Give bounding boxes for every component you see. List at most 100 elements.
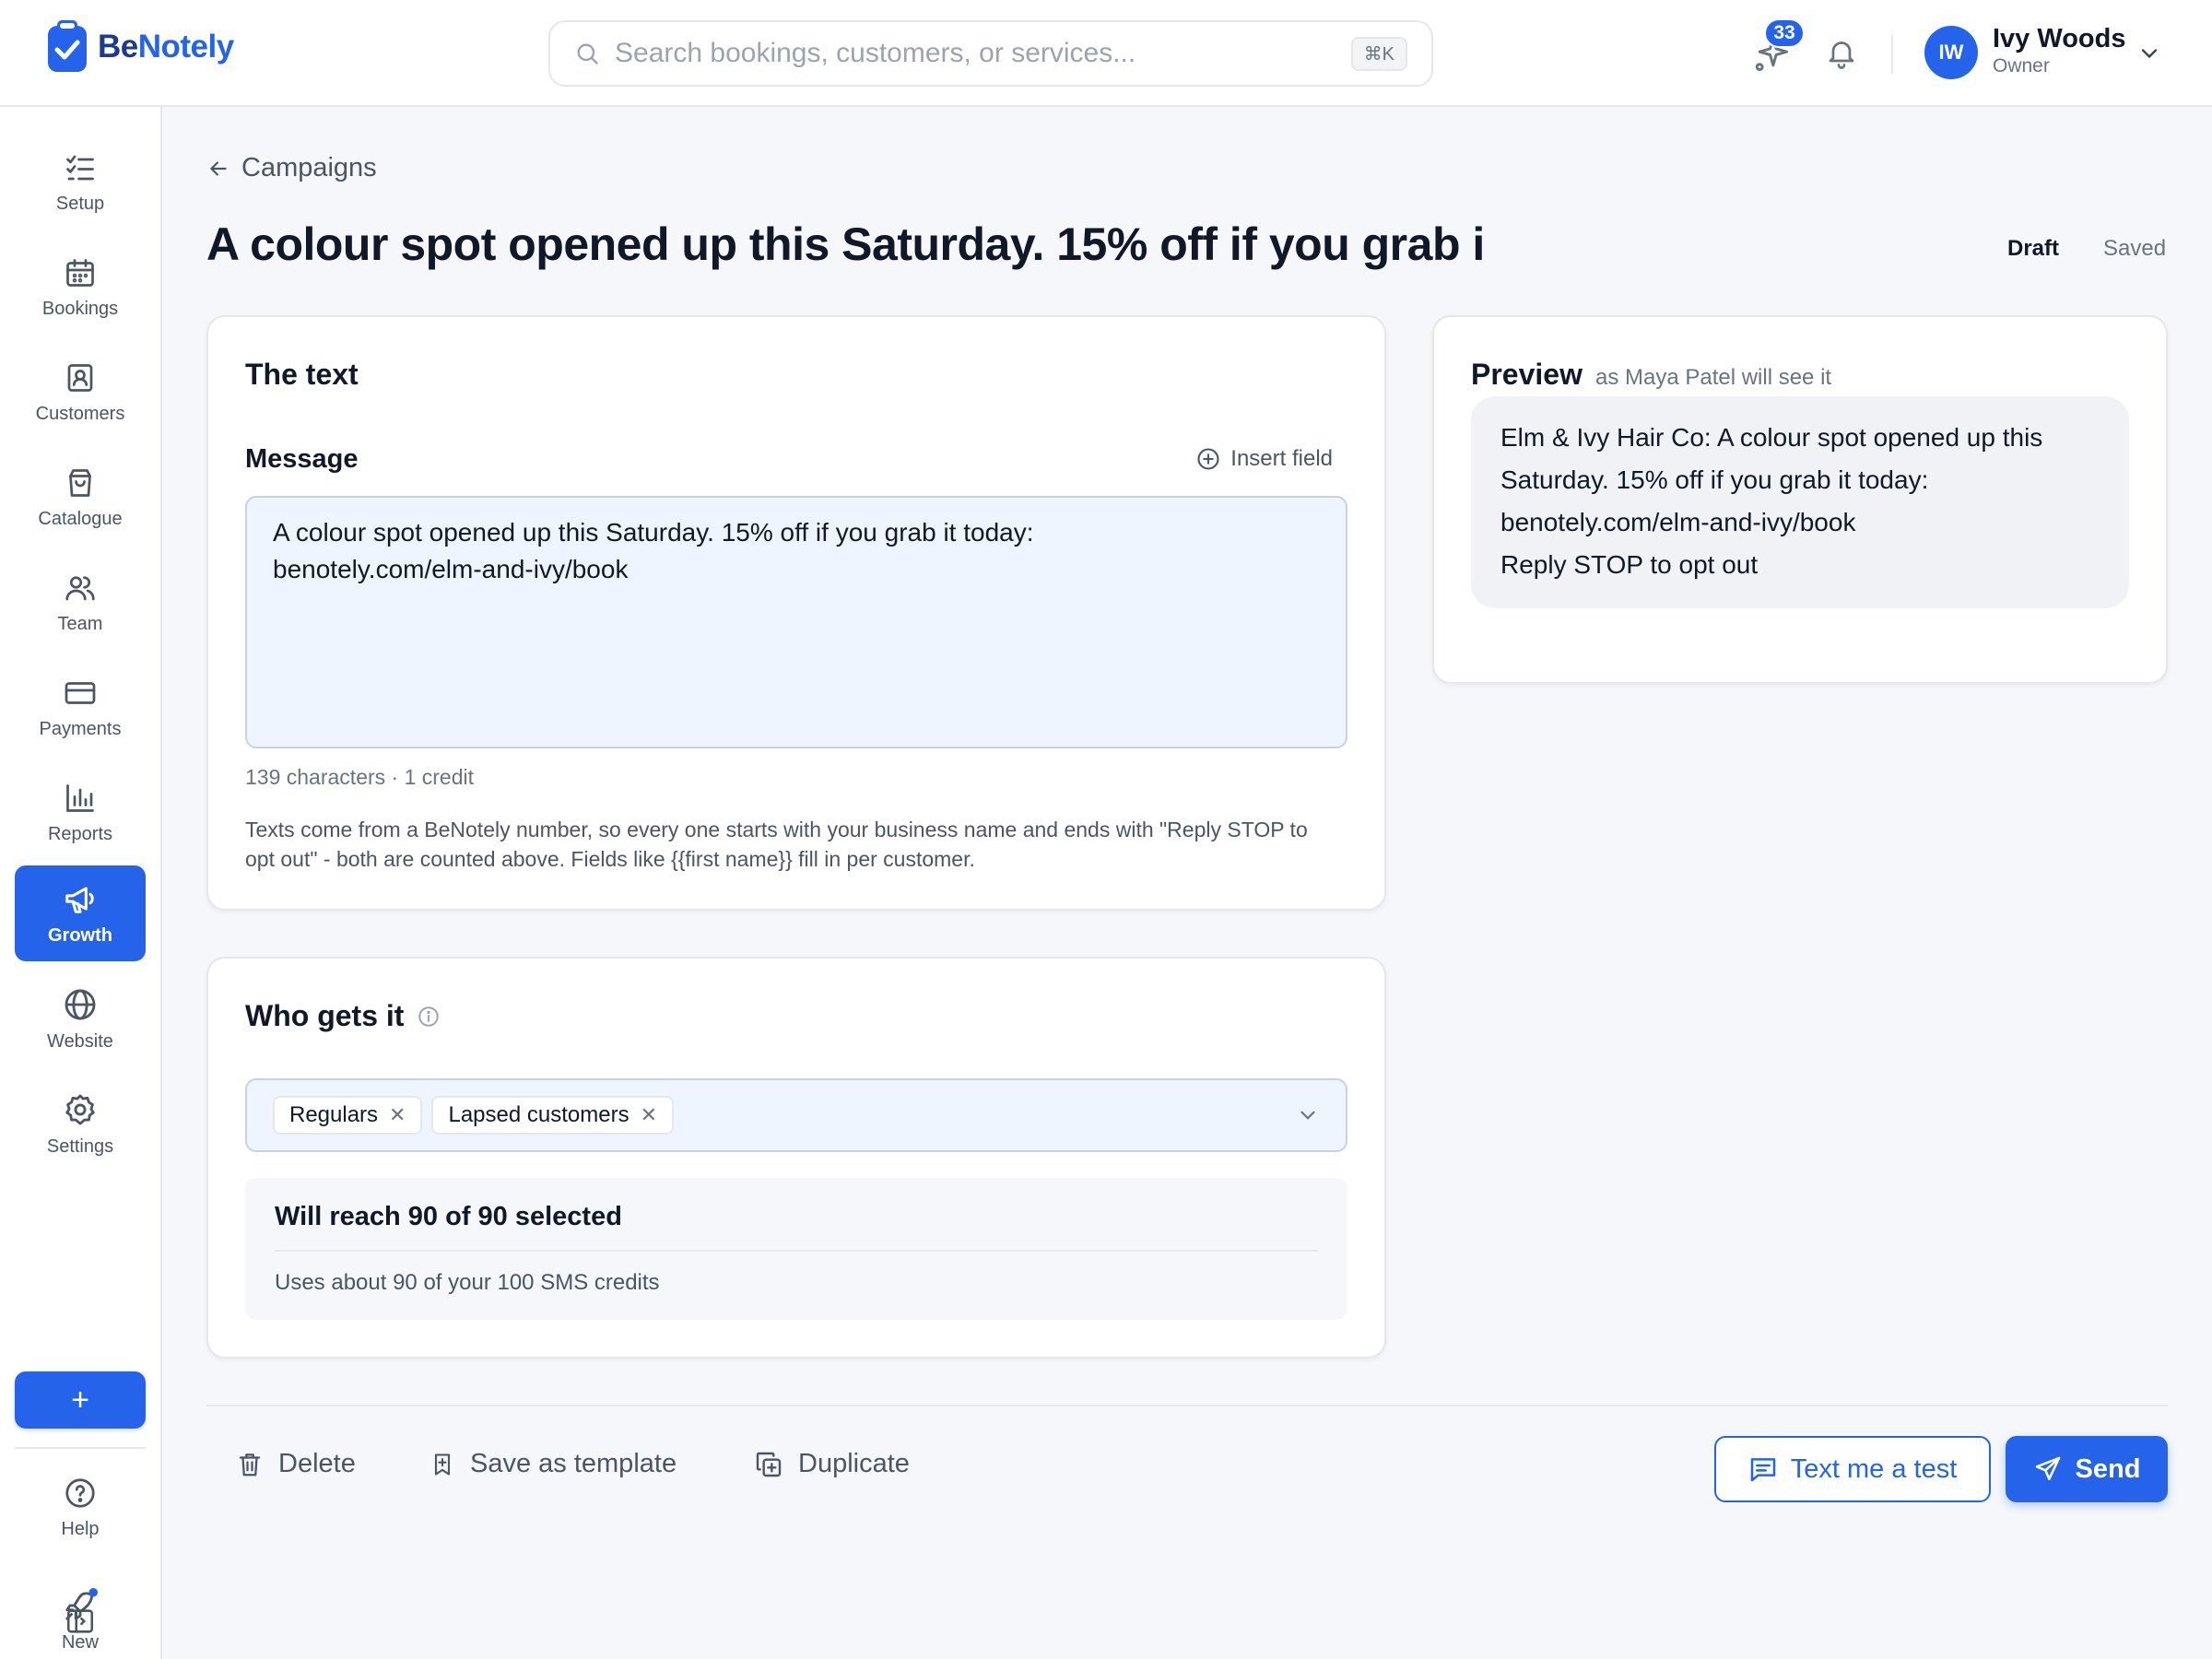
sidebar-item-reports[interactable]: Reports [15, 765, 146, 861]
delete-label: Delete [278, 1449, 356, 1478]
audience-select[interactable]: Regulars ✕ Lapsed customers ✕ [245, 1078, 1347, 1152]
sidebar-item-label: Reports [47, 823, 113, 844]
shopping-bag-icon [69, 468, 91, 497]
message-line: benotely.com/elm-and-ivy/book [273, 555, 629, 583]
brand-logo[interactable]: BeNotely [46, 20, 234, 74]
message-card-title: The text [245, 358, 359, 391]
chip-label: Lapsed customers [448, 1102, 629, 1127]
calendar-icon [66, 258, 94, 287]
top-header: BeNotely ⌘K 33 IW Ivy Woods Owner [0, 0, 2212, 107]
sidebar-item-label: Team [57, 613, 103, 634]
message-line: A colour spot opened up this Saturday. 1… [273, 518, 1034, 547]
sidebar-item-label: Catalogue [38, 508, 123, 529]
avatar[interactable]: IW [1924, 26, 1978, 79]
sidebar-item-bookings[interactable]: Bookings [15, 240, 146, 335]
header-divider [1891, 35, 1893, 74]
send-button[interactable]: Send [2006, 1436, 2168, 1502]
status-draft: Draft [2007, 236, 2060, 261]
send-label: Send [2075, 1453, 2141, 1484]
reach-credits: Uses about 90 of your 100 SMS credits [275, 1270, 660, 1295]
sidebar-item-help[interactable]: Help [15, 1460, 146, 1556]
reach-summary: Will reach 90 of 90 selected Uses about … [245, 1178, 1347, 1320]
arrow-left-icon [210, 160, 227, 176]
gear-icon [65, 1094, 95, 1124]
insert-field-label: Insert field [1230, 446, 1333, 471]
audience-card: Who gets it Regulars ✕ Lapsed customers … [206, 957, 1386, 1359]
quick-add-button[interactable]: + [15, 1371, 146, 1429]
audience-card-header: Who gets it [245, 999, 441, 1033]
trash-icon [239, 1453, 261, 1476]
sidebar-item-website[interactable]: Website [15, 971, 146, 1067]
send-icon [2035, 1456, 2060, 1480]
message-square-icon [1750, 1458, 1776, 1482]
breadcrumb[interactable]: Campaigns [206, 153, 377, 183]
chevron-down-icon[interactable] [2136, 41, 2162, 66]
delete-button[interactable]: Delete [236, 1449, 356, 1479]
save-template-button[interactable]: Save as template [429, 1449, 677, 1479]
breadcrumb-campaigns: Campaigns [241, 153, 377, 182]
info-icon[interactable] [417, 1005, 441, 1029]
bookmark-plus-icon [434, 1453, 451, 1476]
bell-icon[interactable] [1825, 35, 1858, 70]
search-shortcut-hint: ⌘K [1350, 36, 1407, 71]
sms-preview-bubble: Elm & Ivy Hair Co: A colour spot opened … [1471, 396, 2129, 608]
remove-chip-icon[interactable]: ✕ [389, 1103, 406, 1127]
users-icon [65, 575, 95, 600]
bar-chart-icon [66, 783, 94, 812]
globe-icon [65, 989, 96, 1019]
sidebar-item-setup[interactable]: Setup [15, 135, 146, 230]
message-textarea[interactable]: A colour spot opened up this Saturday. 1… [245, 496, 1347, 748]
sidebar-item-label: Customers [35, 403, 125, 424]
copy-plus-icon [756, 1452, 782, 1477]
page-title: A colour spot opened up this Saturday. 1… [206, 218, 1485, 270]
search-input[interactable] [615, 38, 1351, 69]
sidebar-item-label: Growth [48, 924, 112, 946]
sidebar-item-customers[interactable]: Customers [15, 345, 146, 441]
message-label: Message [245, 444, 359, 474]
sidebar-item-team[interactable]: Team [15, 555, 146, 651]
sidebar-divider [15, 1447, 146, 1449]
preview-card: Preview as Maya Patel will see it Elm & … [1432, 315, 2168, 684]
brand-name: BeNotely [98, 29, 234, 65]
chevron-down-icon[interactable] [1296, 1103, 1320, 1127]
user-role: Owner [1993, 55, 2050, 76]
sidebar-item-label: Settings [46, 1135, 114, 1157]
megaphone-icon [65, 886, 94, 913]
duplicate-button[interactable]: Duplicate [754, 1449, 910, 1479]
audience-chip-regulars: Regulars ✕ [273, 1096, 423, 1135]
reach-title: Will reach 90 of 90 selected [275, 1202, 622, 1231]
sidebar-item-label: Help [61, 1518, 100, 1539]
credit-card-icon [65, 681, 96, 704]
message-help-text: Texts come from a BeNotely number, so ev… [245, 818, 1308, 871]
ai-suggestions-badge: 33 [1764, 18, 1805, 48]
clipboard-check-icon [48, 20, 87, 72]
footer-divider [206, 1405, 2168, 1406]
collapse-sidebar-icon[interactable] [65, 1606, 96, 1637]
search-icon [577, 43, 598, 65]
sidebar-item-label: Bookings [41, 298, 119, 319]
text-me-test-button[interactable]: Text me a test [1714, 1436, 1991, 1502]
global-search[interactable]: ⌘K [548, 20, 1433, 87]
audience-card-title: Who gets it [245, 999, 405, 1032]
sidebar-item-settings[interactable]: Settings [15, 1077, 146, 1172]
preview-line: Elm & Ivy Hair Co: A colour spot opened … [1500, 423, 2043, 452]
sidebar-item-label: Setup [55, 193, 105, 214]
sidebar-item-payments[interactable]: Payments [15, 660, 146, 756]
help-circle-icon [65, 1477, 95, 1508]
contact-card-icon [67, 363, 93, 392]
insert-field-button[interactable]: Insert field [1195, 446, 1333, 472]
sidebar-item-catalogue[interactable]: Catalogue [15, 450, 146, 546]
plus-circle-icon [1197, 448, 1219, 470]
duplicate-label: Duplicate [798, 1449, 910, 1478]
sidebar-item-label: Payments [39, 718, 122, 739]
preview-card-title: Preview [1471, 358, 1583, 391]
sidebar-item-growth[interactable]: Growth [15, 865, 146, 961]
message-card: The text Message Insert field A colour s… [206, 315, 1386, 911]
remove-chip-icon[interactable]: ✕ [641, 1103, 657, 1127]
preview-recipient: as Maya Patel will see it [1594, 365, 1832, 390]
sidebar: Setup Bookings Customers Catalogue Team … [0, 107, 162, 1659]
preview-line: benotely.com/elm-and-ivy/book [1500, 508, 1856, 536]
checklist-icon [66, 155, 94, 180]
user-name[interactable]: Ivy Woods [1993, 24, 2126, 54]
preview-card-header: Preview as Maya Patel will see it [1471, 358, 1831, 392]
